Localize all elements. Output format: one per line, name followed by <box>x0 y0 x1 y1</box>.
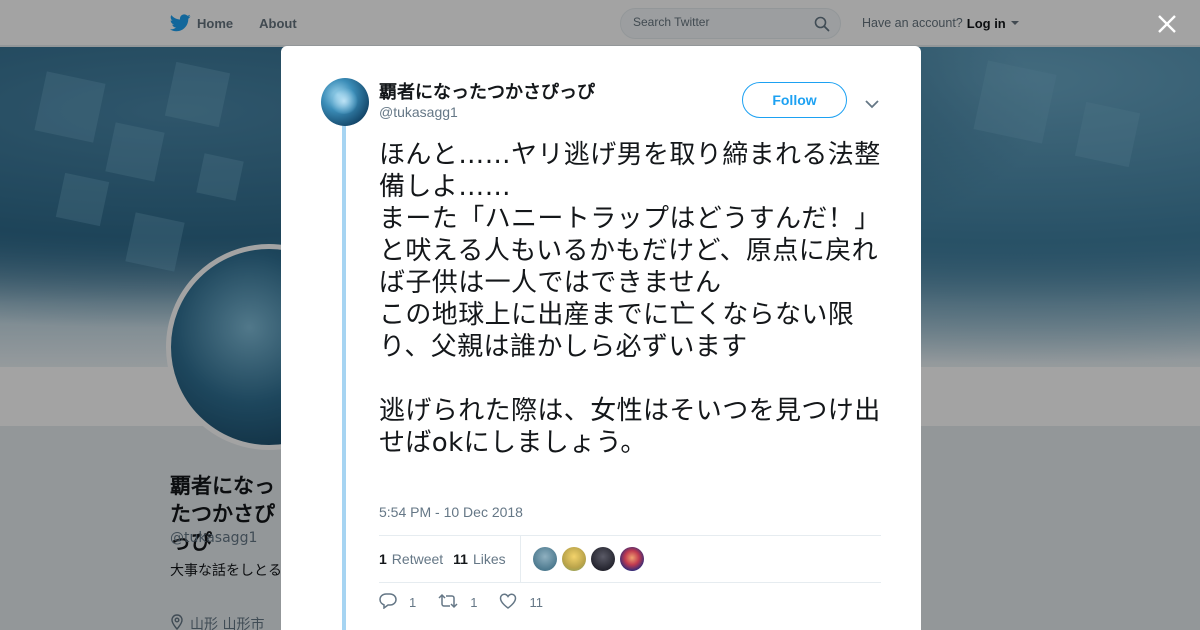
author-name[interactable]: 覇者になったつかさぴっぴ <box>379 78 595 104</box>
chevron-down-icon[interactable] <box>865 94 879 113</box>
like-action-count: 11 <box>529 595 543 610</box>
liker-avatar[interactable] <box>561 547 586 571</box>
close-icon[interactable] <box>1155 12 1179 36</box>
retweet-icon <box>438 593 458 612</box>
like-count: 11 <box>453 551 468 567</box>
liker-avatars <box>532 547 644 571</box>
like-label: Likes <box>472 551 506 567</box>
stats-divider <box>519 536 521 582</box>
tweet-stats: 1 Retweet 11 Likes <box>379 535 881 583</box>
liker-avatar[interactable] <box>590 547 615 571</box>
like-stat[interactable]: 11 Likes <box>453 551 506 567</box>
reply-action[interactable]: 1 <box>379 593 416 612</box>
retweet-action[interactable]: 1 <box>438 593 477 612</box>
heart-icon <box>499 593 517 612</box>
reply-count: 1 <box>409 595 417 610</box>
like-action[interactable]: 11 <box>499 593 543 612</box>
tweet-timestamp[interactable]: 5:54 PM - 10 Dec 2018 <box>379 504 523 520</box>
author-avatar[interactable] <box>321 78 369 126</box>
author-handle[interactable]: @tukasagg1 <box>379 104 458 120</box>
tweet-text: ほんと……ヤリ逃げ男を取り締まれる法整備しよ…… まーた「ハニートラップはどうす… <box>379 140 881 458</box>
liker-avatar[interactable] <box>532 547 557 571</box>
retweet-count: 1 <box>379 551 387 567</box>
follow-button[interactable]: Follow <box>742 82 847 118</box>
tweet-modal: 覇者になったつかさぴっぴ @tukasagg1 Follow ほんと……ヤリ逃げ… <box>281 46 921 630</box>
reply-icon <box>379 593 397 612</box>
retweet-action-count: 1 <box>470 595 478 610</box>
retweet-stat[interactable]: 1 Retweet <box>379 551 443 567</box>
tweet-actions: 1 1 11 <box>379 593 565 612</box>
liker-avatar[interactable] <box>619 547 644 571</box>
thread-line <box>342 126 346 630</box>
retweet-label: Retweet <box>391 551 444 567</box>
